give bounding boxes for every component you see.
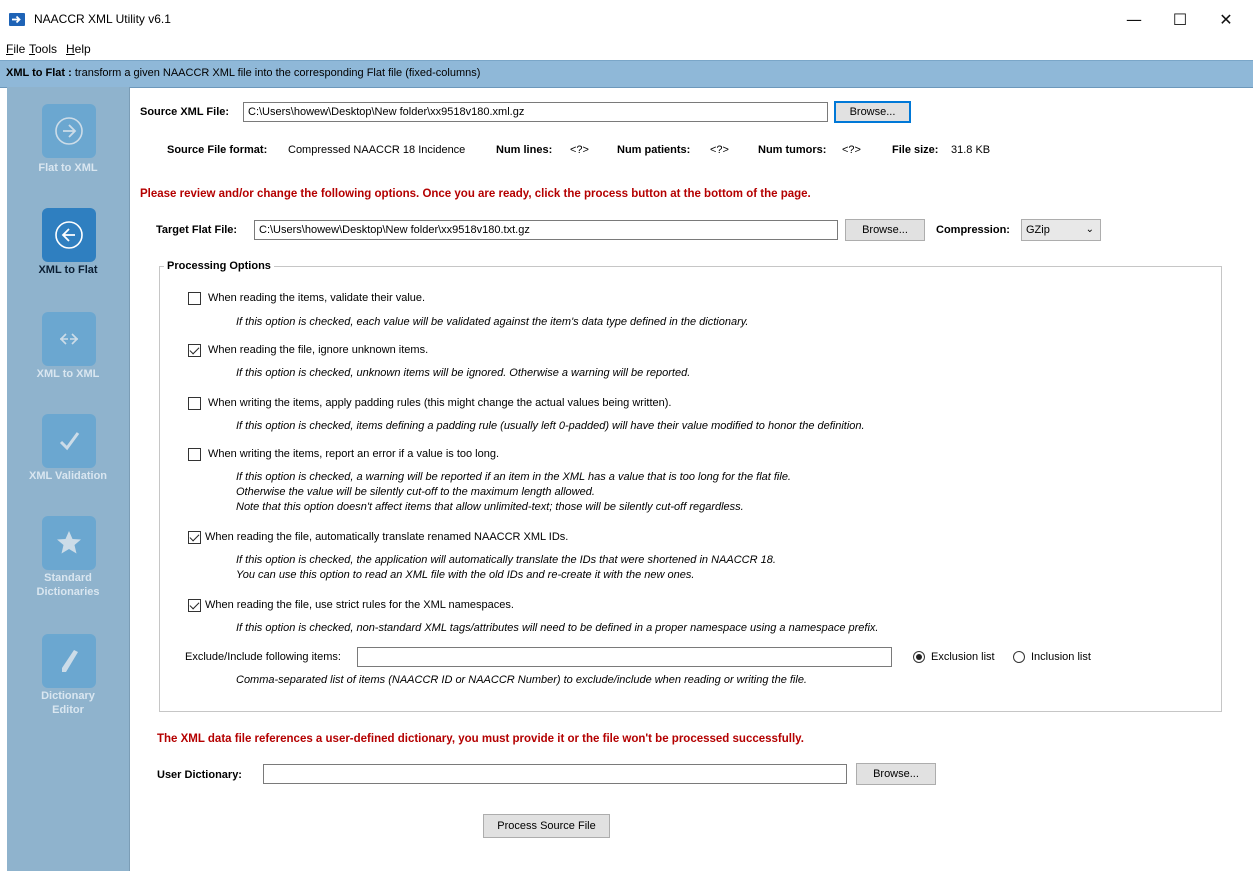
double-arrow-icon [60, 333, 78, 345]
user-dictionary-browse-button[interactable]: Browse... [856, 763, 936, 785]
num-patients-label: Num patients: [617, 144, 691, 156]
menu-file[interactable]: File [6, 42, 25, 56]
check-icon [59, 432, 80, 451]
option-too-long-desc-3: Note that this option doesn't affect ite… [236, 501, 744, 513]
sidebar-item-xml-to-xml[interactable] [42, 312, 96, 366]
user-dictionary-label: User Dictionary: [157, 769, 242, 781]
option-validate-label: When reading the items, validate their v… [208, 292, 426, 304]
source-browse-button[interactable]: Browse... [834, 101, 911, 123]
menu-help[interactable]: Help [66, 42, 91, 56]
menu-tools[interactable]: Tools [29, 42, 57, 56]
option-too-long-desc-1: If this option is checked, a warning wil… [236, 471, 791, 483]
compression-select[interactable]: GZip ⌄ [1021, 219, 1101, 241]
inclusion-list-radio[interactable] [1013, 651, 1025, 663]
window-title: NAACCR XML Utility v6.1 [34, 12, 171, 26]
pencil-icon [62, 650, 78, 672]
sidebar-label-flat-to-xml: Flat to XML [38, 162, 98, 174]
target-file-label: Target Flat File: [156, 224, 238, 236]
exclude-include-label: Exclude/Include following items: [185, 651, 341, 663]
option-strict-namespace-desc: If this option is checked, non-standard … [236, 622, 879, 634]
file-size-value: 31.8 KB [951, 144, 991, 156]
exclude-include-desc: Comma-separated list of items (NAACCR ID… [236, 674, 807, 686]
target-file-input[interactable]: C:\Users\howew\Desktop\New folder\xx9518… [254, 220, 838, 240]
num-lines-label: Num lines: [496, 144, 553, 156]
target-browse-button[interactable]: Browse... [845, 219, 925, 241]
option-strict-namespace-label: When reading the file, use strict rules … [205, 599, 514, 611]
banner-text: XML to Flat : transform a given NAACCR X… [6, 67, 480, 79]
option-validate-desc: If this option is checked, each value wi… [236, 316, 749, 328]
processing-options-legend: Processing Options [164, 260, 274, 272]
banner-description: transform a given NAACCR XML file into t… [74, 67, 481, 79]
star-icon [57, 531, 81, 554]
close-icon[interactable]: ✕ [1216, 10, 1236, 30]
app-icon [9, 13, 25, 26]
user-dictionary-input[interactable] [263, 764, 847, 784]
exclude-include-input[interactable] [357, 647, 892, 667]
option-strict-namespace-checkbox[interactable] [188, 599, 201, 612]
maximize-icon[interactable]: ☐ [1170, 10, 1190, 30]
sidebar-label-dictionary-line1: Dictionary [41, 690, 95, 702]
banner-title: XML to Flat : [6, 67, 72, 79]
option-too-long-label: When writing the items, report an error … [208, 448, 500, 460]
menu-bar [0, 38, 1253, 60]
menu-help-label: elp [74, 42, 91, 56]
option-padding-desc: If this option is checked, items definin… [236, 420, 865, 432]
inclusion-list-label: Inclusion list [1031, 651, 1091, 663]
option-translate-ids-desc-2: You can use this option to read an XML f… [236, 569, 695, 581]
exclusion-list-label: Exclusion list [931, 651, 995, 663]
arrow-left-icon [55, 221, 83, 249]
sidebar-label-standard-line2: Dictionaries [36, 586, 100, 598]
num-tumors-label: Num tumors: [758, 144, 827, 156]
option-validate-checkbox[interactable] [188, 292, 201, 305]
option-translate-ids-desc-1: If this option is checked, the applicati… [236, 554, 776, 566]
num-lines-value: <?> [570, 144, 589, 156]
num-patients-value: <?> [710, 144, 729, 156]
sidebar-item-xml-validation[interactable] [42, 414, 96, 468]
compression-label: Compression: [936, 224, 1010, 236]
menu-file-label: ile [13, 42, 26, 56]
sidebar-item-xml-to-flat[interactable] [42, 208, 96, 262]
sidebar-item-standard-dictionaries[interactable] [42, 516, 96, 570]
compression-value: GZip [1026, 224, 1050, 236]
source-file-input[interactable]: C:\Users\howew\Desktop\New folder\xx9518… [243, 102, 828, 122]
review-message: Please review and/or change the followin… [140, 188, 811, 200]
source-format-label: Source File format: [167, 144, 268, 156]
option-translate-ids-checkbox[interactable] [188, 531, 201, 544]
file-size-label: File size: [892, 144, 939, 156]
sidebar-label-xml-validation: XML Validation [28, 470, 108, 482]
option-ignore-unknown-label: When reading the file, ignore unknown it… [208, 344, 429, 356]
menu-help-accel: H [66, 42, 75, 56]
option-too-long-checkbox[interactable] [188, 448, 201, 461]
source-format-value: Compressed NAACCR 18 Incidence [288, 144, 466, 156]
arrow-right-icon [55, 117, 83, 145]
option-padding-label: When writing the items, apply padding ru… [208, 397, 672, 409]
num-tumors-value: <?> [842, 144, 861, 156]
source-file-label: Source XML File: [140, 106, 230, 118]
option-ignore-unknown-checkbox[interactable] [188, 344, 201, 357]
option-translate-ids-label: When reading the file, automatically tra… [205, 531, 569, 543]
sidebar-item-flat-to-xml[interactable] [42, 104, 96, 158]
exclusion-list-radio[interactable] [913, 651, 925, 663]
option-padding-checkbox[interactable] [188, 397, 201, 410]
process-source-file-button[interactable]: Process Source File [483, 814, 610, 838]
sidebar-label-xml-to-flat: XML to Flat [38, 264, 98, 276]
title-bar [0, 0, 1253, 38]
option-too-long-desc-2: Otherwise the value will be silently cut… [236, 486, 595, 498]
menu-tools-label: ools [35, 42, 58, 56]
sidebar-label-dictionary-line2: Editor [52, 704, 84, 716]
minimize-icon[interactable]: — [1124, 10, 1144, 30]
dictionary-warning: The XML data file references a user-defi… [157, 733, 804, 745]
sidebar-label-xml-to-xml: XML to XML [36, 368, 100, 380]
sidebar-item-dictionary-editor[interactable] [42, 634, 96, 688]
chevron-down-icon: ⌄ [1085, 224, 1094, 235]
sidebar-label-standard-line1: Standard [44, 572, 92, 584]
option-ignore-unknown-desc: If this option is checked, unknown items… [236, 367, 691, 379]
